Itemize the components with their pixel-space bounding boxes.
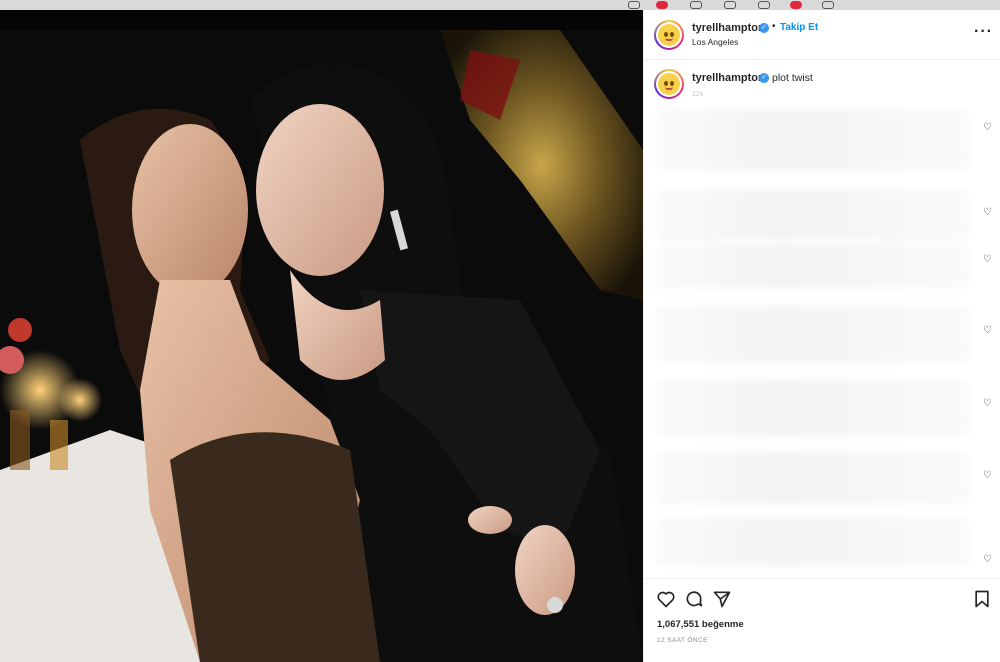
post-username[interactable]: tyrellhampton [692,22,765,34]
explore-icon[interactable] [724,1,736,9]
caption-text: plot twist [772,72,813,84]
comment-item [656,190,970,240]
browser-top-strip [0,0,1000,10]
home-icon[interactable] [628,1,640,9]
caption-username[interactable]: tyrellhampton [692,72,765,84]
comment-like-icon[interactable]: ♡ [983,470,992,481]
post-time[interactable]: 12 SAAT ÖNCE [657,637,708,644]
post-location[interactable]: Los Angeles [692,37,738,47]
comment-item [656,452,970,504]
comment-like-icon[interactable]: ♡ [983,554,992,565]
bookmark-icon[interactable] [972,589,992,609]
create-icon[interactable] [822,1,834,9]
verified-icon: ✓ [759,23,769,33]
profile-icon[interactable] [790,1,802,9]
messages-icon[interactable] [690,1,702,9]
avatar[interactable] [654,20,684,50]
heart-icon[interactable] [656,589,676,609]
comment-item [656,518,970,566]
comment-item [656,380,970,436]
photo-top-band [0,10,643,30]
post-image [0,30,643,662]
post-actions: 1,067,551 beğenme 12 SAAT ÖNCE [644,578,1000,662]
post-side-panel: tyrellhampton ✓ • Takip Et Los Angeles ·… [643,10,1000,662]
comment-like-icon[interactable]: ♡ [983,398,992,409]
follow-button[interactable]: Takip Et [780,22,818,33]
activity-icon[interactable] [758,1,770,9]
comment-icon[interactable] [684,589,704,609]
verified-icon: ✓ [759,73,769,83]
comment-item [656,306,970,362]
comment-like-icon[interactable]: ♡ [983,122,992,133]
caption-time: 12s [692,91,704,98]
comment-like-icon[interactable]: ♡ [983,325,992,336]
post-header: tyrellhampton ✓ • Takip Et Los Angeles ·… [644,10,1000,60]
notification-badge-icon[interactable] [656,1,668,9]
more-options-icon[interactable]: ··· [974,23,993,41]
comment-item [656,110,970,170]
post-photo[interactable] [0,10,643,662]
share-icon[interactable] [712,589,732,609]
comment-item [656,244,970,288]
likes-count[interactable]: 1,067,551 beğenme [657,619,744,630]
comment-like-icon[interactable]: ♡ [983,207,992,218]
separator-dot: • [772,21,776,32]
caption-avatar[interactable] [654,69,684,99]
comment-like-icon[interactable]: ♡ [983,254,992,265]
